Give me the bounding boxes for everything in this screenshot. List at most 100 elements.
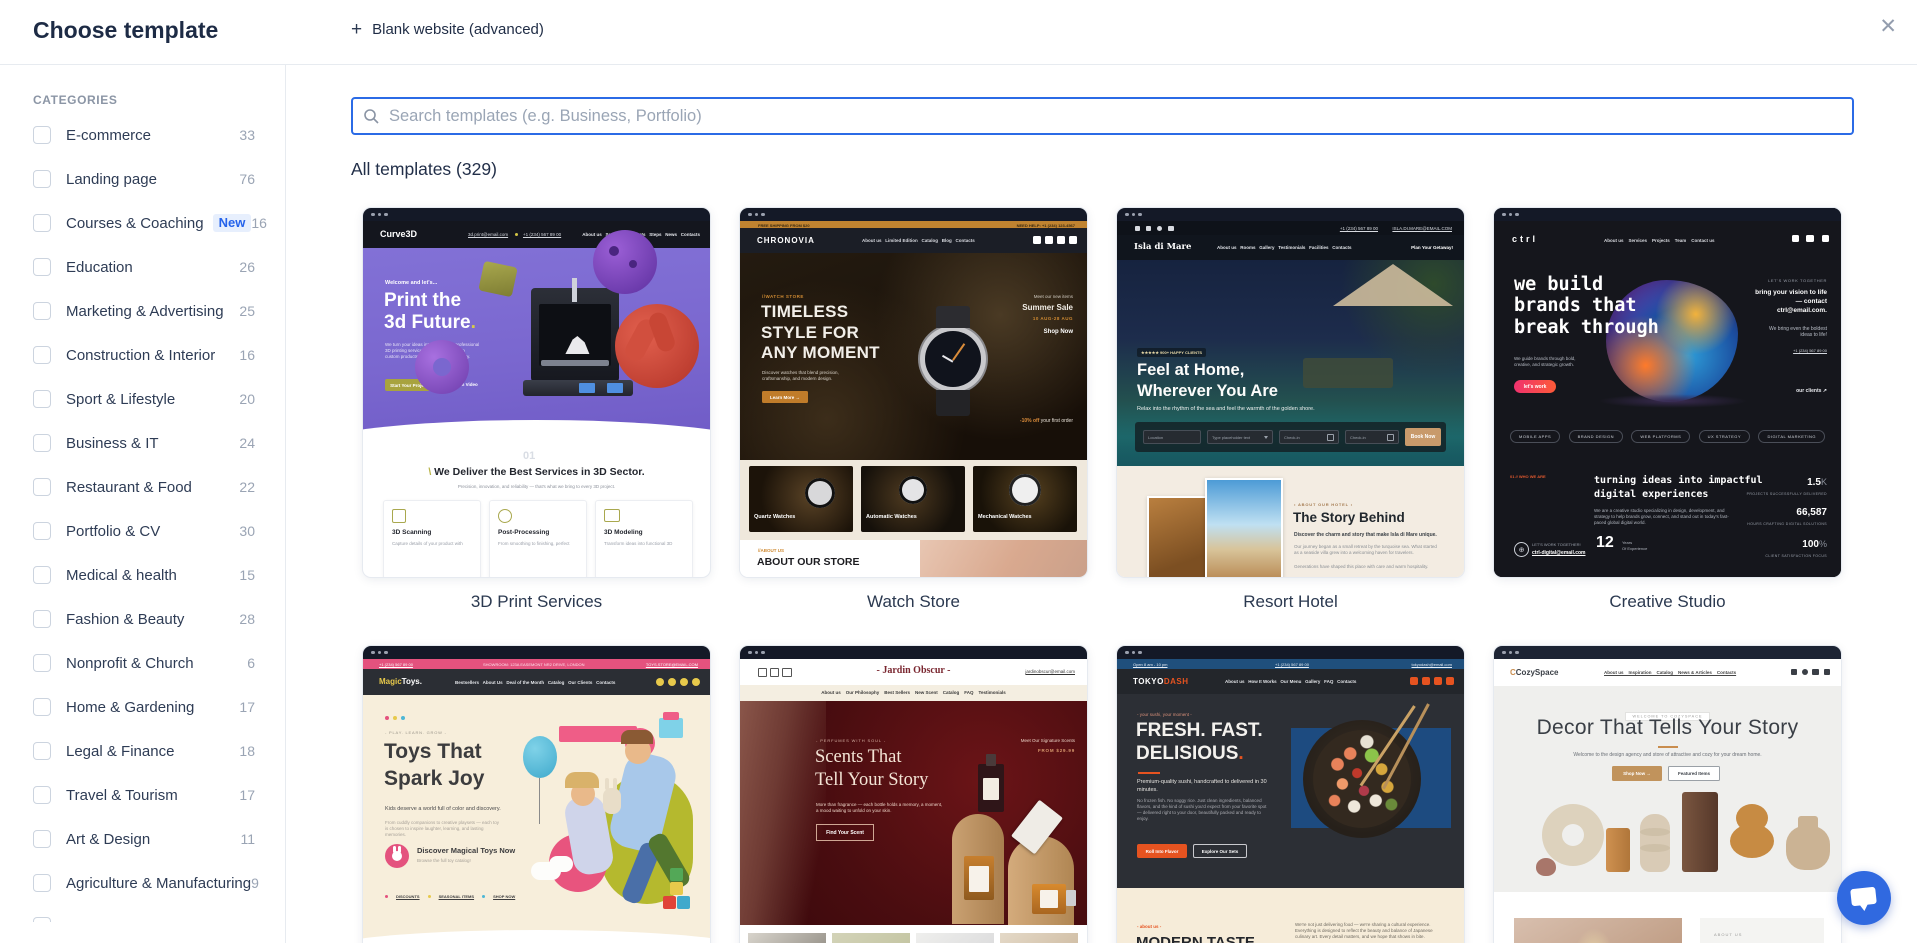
checkbox[interactable]: [33, 786, 51, 804]
checkbox[interactable]: [33, 654, 51, 672]
category-item-courses-coaching[interactable]: Courses & Coaching New 16: [0, 201, 285, 245]
category-item-construction-interior[interactable]: Construction & Interior 16: [0, 333, 285, 377]
checkbox[interactable]: [33, 434, 51, 452]
category-card-label: Automatic Watches: [866, 514, 917, 520]
about-text: We're not just delivering food — we're s…: [1295, 922, 1447, 940]
site-nav-links: Bestsellers About Us Deal of the Month C…: [455, 680, 615, 686]
dot-icon: [515, 233, 518, 236]
category-count: 18: [239, 743, 255, 759]
hero-lead: Kids deserve a world full of color and d…: [385, 806, 501, 814]
service-pill: UX STRATEGY: [1699, 430, 1750, 443]
checkbox[interactable]: [33, 346, 51, 364]
template-card-watch-store[interactable]: FREE SHIPPING FROM $20 NEED HELP: +1 (23…: [740, 208, 1087, 646]
template-card-tokyodash[interactable]: Open 8 am - 10 pm +1 (234) 567 89 00 tok…: [1117, 646, 1464, 943]
template-card-resort-hotel[interactable]: +1 (234) 567 89 00 ISLA.DI.MARE@EMAIL.CO…: [1117, 208, 1464, 646]
template-card-3d-print-services[interactable]: Curve3D 3d.print@email.com +1 (234) 567 …: [363, 208, 710, 646]
site-header: - Jardin Obscur - jardinobscur@email.com: [740, 659, 1087, 685]
learn-more-button: Learn More →: [762, 391, 808, 403]
about-paragraph: Our journey began as a small retreat by …: [1294, 544, 1442, 556]
category-count: 6: [247, 655, 255, 671]
category-count: 17: [239, 699, 255, 715]
dialog-header: Choose template + Blank website (advance…: [0, 0, 1917, 65]
portrait-shape: [740, 701, 826, 925]
hero-kicker: - PLAY. LEARN. GROW -: [385, 730, 447, 735]
checkbox[interactable]: [33, 390, 51, 408]
site-email: 3d.print@email.com: [468, 232, 508, 238]
category-item-art-design[interactable]: Art & Design 11: [0, 817, 285, 861]
shop-now-button: Shop Now →: [1623, 771, 1651, 776]
checkbox[interactable]: [33, 214, 51, 232]
checkbox[interactable]: [33, 610, 51, 628]
checkbox[interactable]: [33, 698, 51, 716]
blank-website-button[interactable]: + Blank website (advanced): [351, 20, 544, 39]
site-logo: Isla di Mare: [1134, 242, 1191, 252]
category-count: 28: [239, 611, 255, 627]
hero-text: We guide brands through bold, creative, …: [1514, 356, 1588, 368]
category-item-portfolio-cv[interactable]: Portfolio & CV 30: [0, 509, 285, 553]
template-card-creative-studio[interactable]: ctrl About us Services Projects Team Con…: [1494, 208, 1841, 646]
category-item-medical-health[interactable]: Medical & health 15: [0, 553, 285, 597]
checkbox[interactable]: [33, 742, 51, 760]
discount-note: your first order: [1039, 418, 1073, 424]
template-card-magictoys[interactable]: +1 (234) 567 89 00 SHOWROOM: 123A EASEMO…: [363, 646, 710, 943]
category-item-home-gardening[interactable]: Home & Gardening 17: [0, 685, 285, 729]
site-phone: +1 (234) 567 89 00: [523, 232, 561, 238]
service-card: Post-Processing From smoothing to finish…: [489, 500, 587, 577]
window-dots: [1117, 208, 1464, 221]
checkbox[interactable]: [33, 170, 51, 188]
category-item-fashion-beauty[interactable]: Fashion & Beauty 28: [0, 597, 285, 641]
category-item-ecommerce[interactable]: E-commerce 33: [0, 113, 285, 157]
site-nav-links: About us Limited Edition Catalog Blog Co…: [862, 238, 975, 244]
category-item-agriculture-manufacturing[interactable]: Agriculture & Manufacturing 9: [0, 861, 285, 905]
category-item-education[interactable]: Education 26: [0, 245, 285, 289]
checkbox[interactable]: [33, 874, 51, 892]
search-input[interactable]: [387, 106, 1842, 127]
plus-icon: +: [351, 20, 362, 39]
who-text: We are a creative studio specializing in…: [1594, 508, 1736, 526]
promo-title: Summer Sale: [1022, 303, 1073, 312]
cta-subtitle: Browse the full toy catalog!: [417, 858, 471, 864]
youtube-icon: [1806, 235, 1814, 242]
category-count: 25: [239, 303, 255, 319]
category-item-legal-finance[interactable]: Legal & Finance 18: [0, 729, 285, 773]
hero-text: From cuddly companions to creative plays…: [385, 820, 503, 838]
hero-text: More than fragrance — each bottle holds …: [816, 802, 944, 814]
years-value: 12: [1596, 534, 1614, 552]
stat-block: 100% CLIENT SATISFACTION FOCUS: [1765, 534, 1827, 558]
booking-checkin-field: Check-in: [1284, 435, 1300, 440]
checkbox[interactable]: [33, 522, 51, 540]
twitter-icon: [680, 678, 688, 686]
stat-label: PROJECTS SUCCESSFULLY DELIVERED: [1747, 492, 1827, 496]
checkbox[interactable]: [33, 258, 51, 276]
checkbox[interactable]: [33, 302, 51, 320]
template-name: Resort Hotel: [1117, 592, 1464, 612]
hero-kicker: //WATCH STORE: [762, 294, 804, 299]
checkbox[interactable]: [33, 126, 51, 144]
section-subtitle: Precision, innovation, and reliability —…: [363, 484, 710, 490]
youtube-icon: [1812, 669, 1819, 675]
template-card-jardin-obscur[interactable]: - Jardin Obscur - jardinobscur@email.com…: [740, 646, 1087, 943]
service-title: 3D Scanning: [392, 529, 431, 536]
facebook-icon: [1135, 226, 1140, 231]
lets-work-button: let's work: [1524, 384, 1547, 390]
hero-title-line1: Feel at Home,: [1137, 360, 1278, 381]
checkbox[interactable]: [33, 566, 51, 584]
category-item-nonprofit-church[interactable]: Nonprofit & Church 6: [0, 641, 285, 685]
category-item-marketing-advertising[interactable]: Marketing & Advertising 25: [0, 289, 285, 333]
category-item-sport-lifestyle[interactable]: Sport & Lifestyle 20: [0, 377, 285, 421]
footer-kicker: LET'S WORK TOGETHER!: [1532, 542, 1581, 547]
checkbox[interactable]: [33, 478, 51, 496]
chat-widget-button[interactable]: [1837, 871, 1891, 925]
category-item-travel-tourism[interactable]: Travel & Tourism 17: [0, 773, 285, 817]
checkbox[interactable]: [33, 830, 51, 848]
category-item-restaurant-food[interactable]: Restaurant & Food 22: [0, 465, 285, 509]
category-item-business-it[interactable]: Business & IT 24: [0, 421, 285, 465]
template-thumbnail: CCozySpace About us Inspiration Catalog …: [1494, 646, 1841, 943]
category-item-landing-page[interactable]: Landing page 76: [0, 157, 285, 201]
hero-links-row: DISCOUNTS SEASONAL ITEMS SHOP NOW: [385, 894, 515, 899]
hero-title-line2: brands that: [1514, 295, 1659, 316]
template-card-cozyspace[interactable]: CCozySpace About us Inspiration Catalog …: [1494, 646, 1841, 943]
window-dots: [363, 208, 710, 221]
close-icon[interactable]: ✕: [1879, 16, 1897, 37]
instagram-icon: [1422, 677, 1430, 685]
